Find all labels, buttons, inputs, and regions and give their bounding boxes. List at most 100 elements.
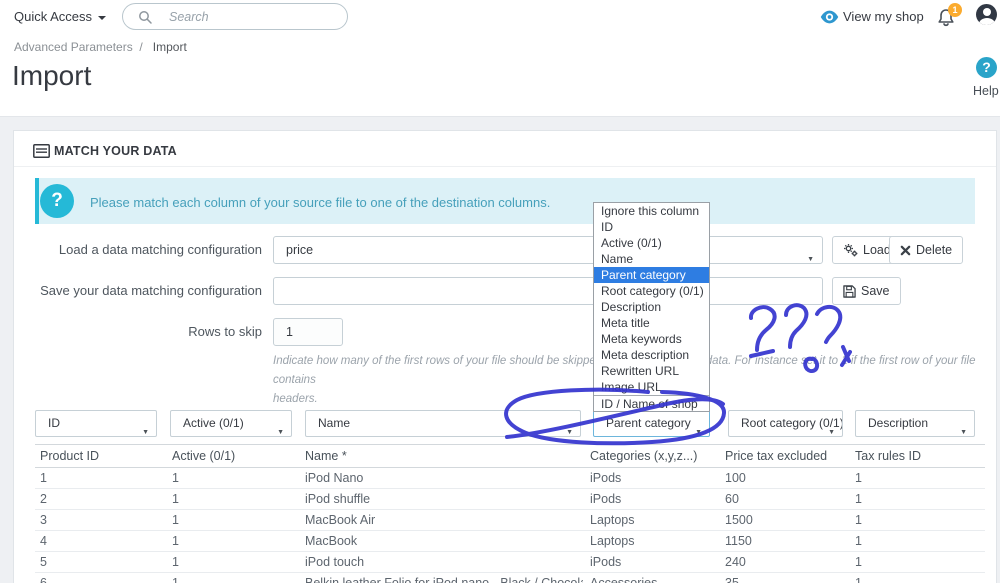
table-header-cell: Product ID <box>40 449 100 463</box>
info-alert-text: Please match each column of your source … <box>90 195 551 210</box>
table-row: 1 1 iPod Nano iPods 100 1 <box>35 468 985 489</box>
chevron-down-icon: ▼ <box>828 429 835 436</box>
table-cell: 6 <box>40 576 47 583</box>
table-cell: iPod touch <box>305 555 365 569</box>
table-cell: 2 <box>40 492 47 506</box>
table-cell: 1 <box>855 471 862 485</box>
help-button[interactable]: ? <box>976 57 997 78</box>
dropdown-option[interactable]: Name <box>594 251 709 267</box>
rows-to-skip-input[interactable]: 1 <box>273 318 343 346</box>
column-mapping-select[interactable]: ID ▼ <box>35 410 157 437</box>
dropdown-option[interactable]: Meta title <box>594 315 709 331</box>
load-config-value: price <box>286 243 314 257</box>
table-header-cell: Name * <box>305 449 347 463</box>
table-cell: iPods <box>590 471 622 485</box>
import-page: Quick Access Search View my shop 1 Advan… <box>0 0 1000 583</box>
floppy-disk-icon <box>843 284 856 298</box>
panel-title: MATCH YOUR DATA <box>54 144 177 158</box>
delete-button-label: Delete <box>916 243 953 257</box>
notification-badge: 1 <box>948 3 962 17</box>
table-cell: MacBook Air <box>305 513 376 527</box>
column-mapping-select[interactable]: Root category (0/1) ▼ <box>728 410 843 437</box>
table-cell: 1 <box>855 576 862 583</box>
dropdown-option[interactable]: Root category (0/1) <box>594 283 709 299</box>
dropdown-option[interactable]: ID <box>594 219 709 235</box>
table-cell: 1 <box>855 513 862 527</box>
table-cell: Belkin leather Folio for iPod nano - Bla… <box>305 576 583 583</box>
table-cell: 240 <box>725 555 746 569</box>
table-cell: Laptops <box>590 513 635 527</box>
table-cell: 1150 <box>725 534 752 548</box>
top-bar: Quick Access Search View my shop 1 <box>0 0 1000 34</box>
table-cell: 1 <box>172 513 179 527</box>
quick-access-label: Quick Access <box>14 9 93 24</box>
table-header-cell: Categories (x,y,z...) <box>590 449 698 463</box>
chevron-down-icon <box>98 15 107 20</box>
page-title: Import <box>12 60 92 91</box>
question-circle-icon: ? <box>40 184 74 218</box>
table-cell: 100 <box>725 471 746 485</box>
breadcrumb-parent[interactable]: Advanced Parameters <box>14 40 133 54</box>
chevron-down-icon: ▼ <box>960 429 967 436</box>
dropdown-option[interactable]: ID / Name of shop <box>594 395 709 411</box>
search-input[interactable]: Search <box>122 3 348 30</box>
table-cell: 1500 <box>725 513 753 527</box>
select-value: Name <box>318 416 351 430</box>
dropdown-option[interactable]: Description <box>594 299 709 315</box>
dropdown-option[interactable]: Image URL <box>594 379 709 395</box>
dropdown-option[interactable]: Ignore this column <box>594 203 709 219</box>
table-header-row: Product ID Active (0/1) Name * Categories (… <box>35 445 985 468</box>
quick-access-menu[interactable]: Quick Access <box>14 9 107 24</box>
table-cell: 35 <box>725 576 739 583</box>
gears-icon <box>844 244 858 257</box>
table-cell: 1 <box>172 471 179 485</box>
table-cell: 5 <box>40 555 47 569</box>
table-header-cell: Price tax excluded <box>725 449 828 463</box>
table-cell: Accessories <box>590 576 658 583</box>
save-button-label: Save <box>861 284 890 298</box>
table-cell: 1 <box>172 492 179 506</box>
dropdown-option[interactable]: Meta description <box>594 347 709 363</box>
table-cell: 1 <box>172 576 179 583</box>
table-cell: 1 <box>40 471 47 485</box>
column-mapping-select[interactable]: Description ▼ <box>855 410 975 437</box>
table-row: 3 1 MacBook Air Laptops 1500 1 <box>35 510 985 531</box>
table-cell: 1 <box>855 534 862 548</box>
table-cell: MacBook <box>305 534 358 548</box>
rows-to-skip-label: Rows to skip <box>188 324 262 339</box>
chevron-down-icon: ▼ <box>807 256 814 263</box>
table-icon <box>33 144 50 158</box>
chevron-down-icon: ▼ <box>566 429 573 436</box>
dropdown-option[interactable]: Active (0/1) <box>594 235 709 251</box>
delete-button[interactable]: Delete <box>889 236 964 264</box>
table-cell: 1 <box>855 555 862 569</box>
column-mapping-select[interactable]: Active (0/1) ▼ <box>170 410 292 437</box>
column-mapping-select[interactable]: Parent category ▼ <box>593 410 710 437</box>
table-cell: 1 <box>172 534 179 548</box>
avatar-person-icon <box>982 8 991 16</box>
x-icon <box>900 245 911 255</box>
search-placeholder: Search <box>169 10 209 24</box>
table-row: 5 1 iPod touch iPods 240 1 <box>35 552 985 573</box>
select-value: Parent category <box>606 416 691 430</box>
table-cell: iPod shuffle <box>305 492 371 506</box>
search-icon <box>139 11 152 24</box>
chevron-down-icon: ▼ <box>695 429 702 436</box>
avatar[interactable] <box>976 4 997 25</box>
view-my-shop-link[interactable]: View my shop <box>843 9 924 24</box>
column-mapping-select[interactable]: Name ▼ <box>305 410 581 437</box>
dropdown-option[interactable]: Rewritten URL <box>594 363 709 379</box>
breadcrumb: Advanced Parameters / Import <box>14 40 187 54</box>
dropdown-option[interactable]: Meta keywords <box>594 331 709 347</box>
destination-column-dropdown: Ignore this column ID Active (0/1) Name Pare… <box>593 202 710 412</box>
save-config-input[interactable] <box>273 277 823 305</box>
dropdown-option[interactable]: Parent category <box>594 267 709 283</box>
table-row: 6 1 Belkin leather Folio for iPod nano - B… <box>35 573 985 583</box>
eye-icon <box>820 10 839 24</box>
divider <box>14 166 996 167</box>
load-config-select[interactable]: price ▼ <box>273 236 823 264</box>
save-button[interactable]: Save <box>832 277 901 305</box>
chevron-down-icon: ▼ <box>142 429 149 436</box>
save-config-label: Save your data matching configuration <box>40 283 262 298</box>
help-label: Help <box>973 84 999 98</box>
